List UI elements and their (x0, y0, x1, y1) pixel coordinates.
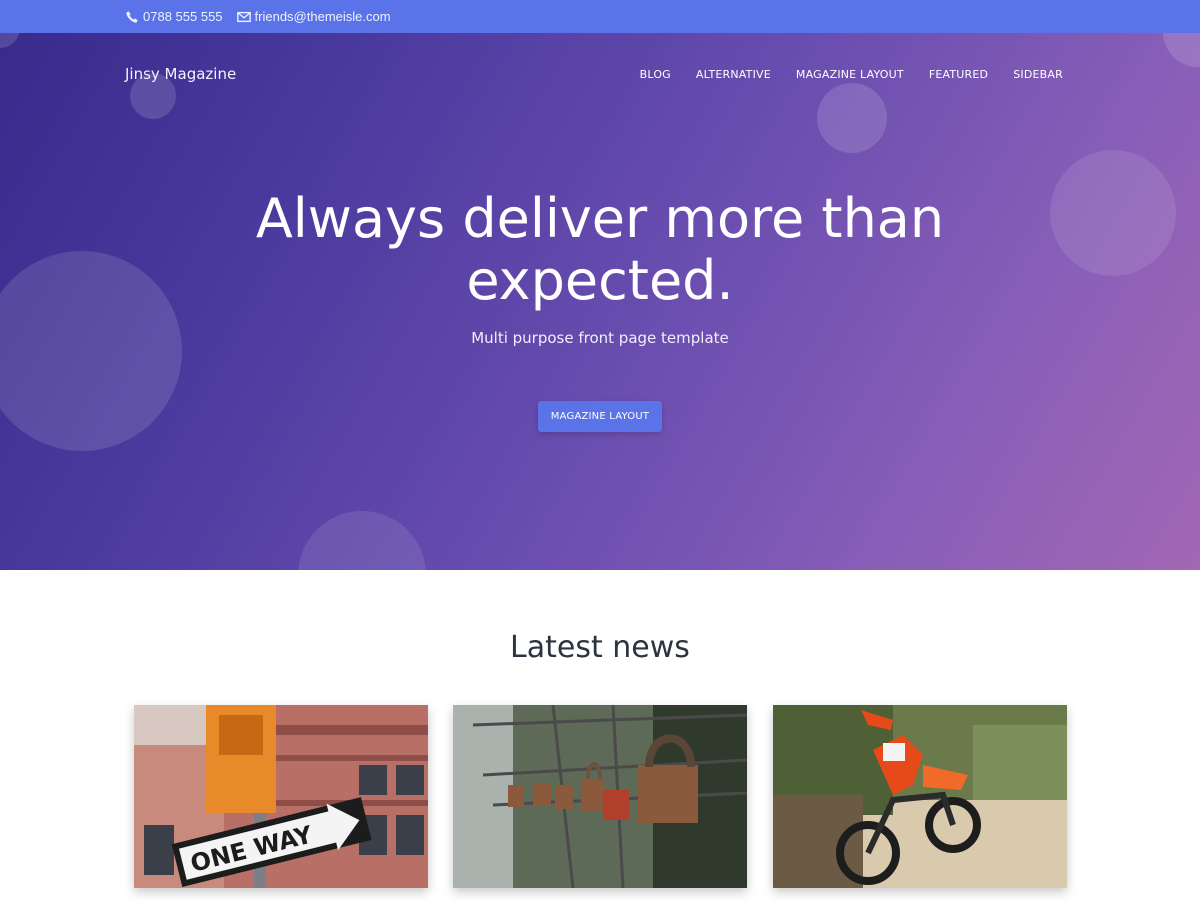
nav-blog[interactable]: BLOG (640, 68, 671, 81)
news-card-padlocks[interactable] (453, 705, 747, 888)
envelope-icon (236, 11, 251, 22)
decorative-bubble (0, 33, 20, 48)
phone-icon (126, 10, 138, 23)
email-address: friends@themeisle.com (254, 9, 391, 24)
nav-sidebar[interactable]: SIDEBAR (1013, 68, 1063, 81)
news-card-dirt-bike[interactable] (773, 705, 1067, 888)
latest-news-title: Latest news (510, 630, 690, 665)
nav-alternative[interactable]: ALTERNATIVE (696, 68, 771, 81)
nav-magazine-layout[interactable]: MAGAZINE LAYOUT (796, 68, 904, 81)
one-way-street-sign-photo: ONE WAY (134, 705, 428, 888)
love-padlocks-photo (453, 705, 747, 888)
decorative-bubble (298, 511, 426, 570)
main-navigation: BLOG ALTERNATIVE MAGAZINE LAYOUT FEATURE… (640, 68, 1063, 81)
decorative-bubble (0, 251, 182, 451)
top-contact-bar: 0788 555 555 friends@themeisle.com (0, 0, 1200, 33)
site-brand[interactable]: Jinsy Magazine (125, 65, 236, 83)
decorative-bubble (817, 83, 887, 153)
hero-headline: Always deliver more than expected. (255, 187, 945, 312)
nav-featured[interactable]: FEATURED (929, 68, 988, 81)
decorative-bubble (1050, 150, 1176, 276)
decorative-bubble (1163, 33, 1200, 67)
phone-number: 0788 555 555 (143, 9, 223, 24)
magazine-layout-button[interactable]: MAGAZINE LAYOUT (538, 401, 662, 432)
phone-contact[interactable]: 0788 555 555 (125, 9, 223, 24)
news-card-one-way[interactable]: ONE WAY (134, 705, 428, 888)
dirt-bike-photo (773, 705, 1067, 888)
hero-subheadline: Multi purpose front page template (471, 329, 729, 347)
email-contact[interactable]: friends@themeisle.com (236, 9, 391, 24)
hero-section: Jinsy Magazine BLOG ALTERNATIVE MAGAZINE… (0, 33, 1200, 570)
